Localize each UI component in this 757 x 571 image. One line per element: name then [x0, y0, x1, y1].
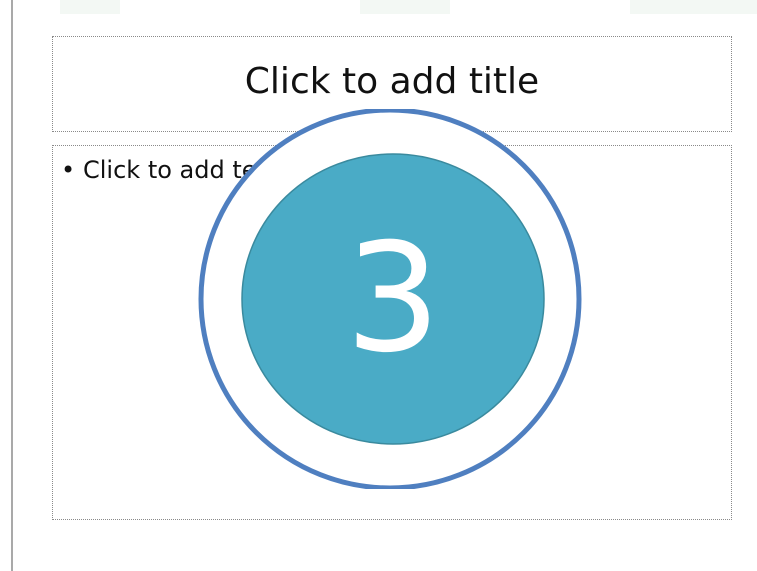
slide-editor: Click to add title • Click to add text 3 — [0, 0, 757, 571]
countdown-number: 3 — [345, 212, 440, 386]
background-decoration — [360, 0, 450, 14]
bullet-icon: • — [61, 156, 76, 184]
background-decoration — [60, 0, 120, 14]
title-placeholder-text: Click to add title — [244, 61, 540, 102]
countdown-svg: 3 — [198, 109, 582, 489]
pane-divider[interactable] — [11, 0, 13, 571]
background-decoration — [630, 0, 757, 14]
countdown-graphic: 3 — [196, 109, 584, 489]
